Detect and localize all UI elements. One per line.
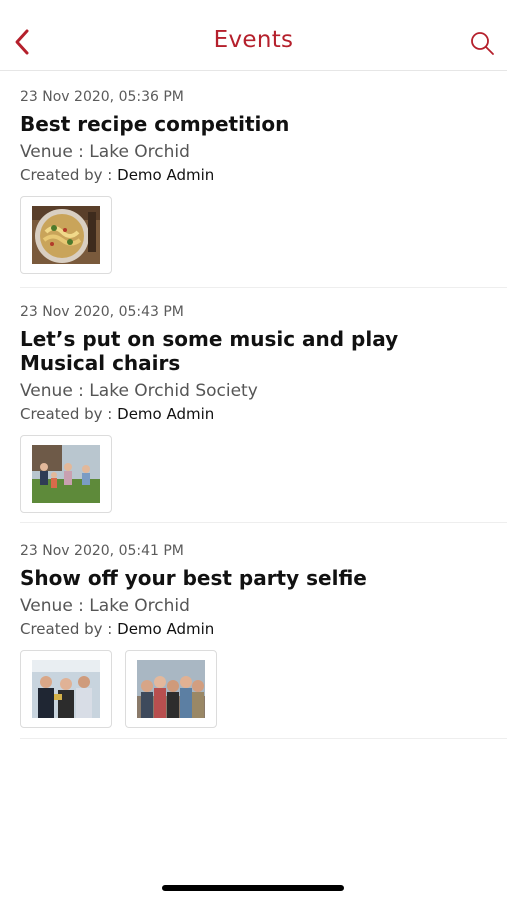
event-photos	[20, 435, 507, 513]
event-venue: Venue : Lake Orchid	[20, 596, 190, 616]
event-card[interactable]: 23 Nov 2020, 05:43 PM Let’s put on some …	[20, 303, 507, 513]
creator-name: Demo Admin	[117, 405, 215, 423]
event-datetime: 23 Nov 2020, 05:43 PM	[20, 304, 184, 320]
event-title[interactable]: Best recipe competition	[20, 112, 450, 136]
event-venue: Venue : Lake Orchid Society	[20, 381, 258, 401]
created-by-label: Created by :	[20, 405, 113, 423]
photo-thumbnail[interactable]	[20, 196, 112, 274]
event-creator: Created by : Demo Admin	[20, 166, 507, 184]
event-title[interactable]: Let’s put on some music and play Musical…	[20, 327, 450, 375]
home-indicator[interactable]	[162, 885, 344, 891]
creator-name: Demo Admin	[117, 166, 215, 184]
photo-thumbnail[interactable]	[20, 650, 112, 728]
event-creator: Created by : Demo Admin	[20, 620, 507, 638]
app-header: Events	[0, 0, 507, 71]
event-datetime: 23 Nov 2020, 05:41 PM	[20, 543, 184, 559]
photo-thumbnail[interactable]	[20, 435, 112, 513]
event-datetime: 23 Nov 2020, 05:36 PM	[20, 89, 184, 105]
outdoor-party-photo	[32, 445, 100, 503]
pasta-dish-photo	[32, 206, 100, 264]
event-photos	[20, 650, 507, 728]
photo-thumbnail[interactable]	[125, 650, 217, 728]
page-title: Events	[213, 27, 294, 53]
party-group-photo	[32, 660, 100, 718]
search-icon	[471, 32, 494, 55]
created-by-label: Created by :	[20, 166, 113, 184]
event-card[interactable]: 23 Nov 2020, 05:41 PM Show off your best…	[20, 542, 507, 728]
event-photos	[20, 196, 507, 274]
event-creator: Created by : Demo Admin	[20, 405, 507, 423]
event-card[interactable]: 23 Nov 2020, 05:36 PM Best recipe compet…	[20, 88, 507, 274]
created-by-label: Created by :	[20, 620, 113, 638]
event-venue: Venue : Lake Orchid	[20, 142, 190, 162]
creator-name: Demo Admin	[117, 620, 215, 638]
search-button[interactable]	[465, 25, 499, 61]
group-selfie-photo	[137, 660, 205, 718]
event-title[interactable]: Show off your best party selfie	[20, 566, 450, 590]
